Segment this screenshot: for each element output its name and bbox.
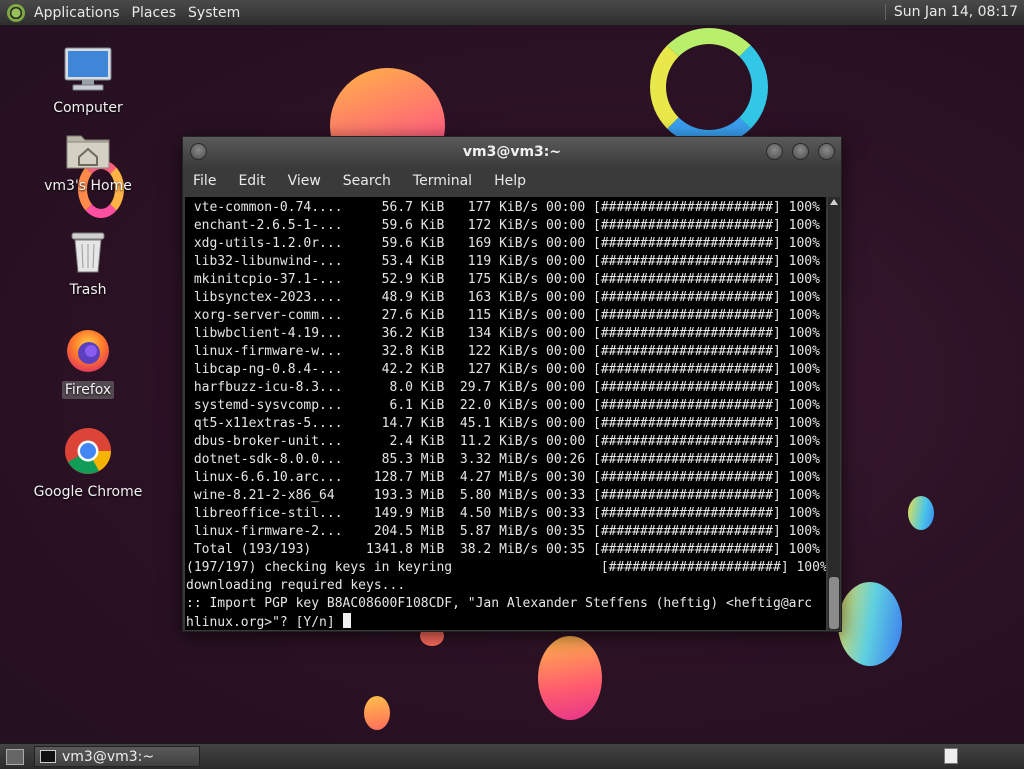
terminal-icon [40,750,56,763]
chrome-icon [28,426,148,480]
wallpaper-orange-blob [364,696,390,730]
menu-search[interactable]: Search [343,173,391,189]
terminal-line: xdg-utils-1.2.0r... 59.6 KiB 169 KiB/s 0… [186,236,820,251]
terminal-line: dbus-broker-unit... 2.4 KiB 11.2 KiB/s 0… [186,434,820,449]
menu-terminal[interactable]: Terminal [413,173,472,189]
terminal-line: enchant-2.6.5-1-... 59.6 KiB 172 KiB/s 0… [186,218,820,233]
terminal-line: libsynctex-2023.... 48.9 KiB 163 KiB/s 0… [186,290,820,305]
terminal-line: downloading required keys... [186,578,406,593]
terminal-line: qt5-x11extras-5.... 14.7 KiB 45.1 KiB/s … [186,416,820,431]
desktop-icon-firefox[interactable]: Firefox [28,326,148,399]
terminal-line: harfbuzz-icu-8.3... 8.0 KiB 29.7 KiB/s 0… [186,380,820,395]
terminal-line: xorg-server-comm... 27.6 KiB 115 KiB/s 0… [186,308,820,323]
firefox-icon [28,326,148,378]
terminal-text: vte-common-0.74.... 56.7 KiB 177 KiB/s 0… [185,197,826,630]
terminal-line: libcap-ng-0.8.4-... 42.2 KiB 127 KiB/s 0… [186,362,820,377]
terminal-output[interactable]: vte-common-0.74.... 56.7 KiB 177 KiB/s 0… [185,197,826,630]
terminal-line: dotnet-sdk-8.0.0... 85.3 MiB 3.32 MiB/s … [186,452,820,467]
home-folder-icon [28,130,148,174]
desktop-icon-home[interactable]: vm3's Home [28,130,148,194]
distro-logo-icon[interactable] [7,3,25,22]
terminal-line: (197/197) checking keys in keyring [####… [186,560,826,575]
terminal-line: libwbclient-4.19... 36.2 KiB 134 KiB/s 0… [186,326,820,341]
terminal-line: wine-8.21-2-x86_64 193.3 MiB 5.80 MiB/s … [186,488,820,503]
window-menu-icon[interactable] [190,143,207,160]
terminal-line: :: Import PGP key B8AC08600F108CDF, "Jan… [186,596,813,611]
scroll-up-arrow-icon[interactable] [830,199,838,205]
menu-edit[interactable]: Edit [238,173,265,189]
desktop-icon-label: Computer [53,100,123,116]
desktop-icon-label: vm3's Home [44,178,132,194]
desktop-icon-chrome[interactable]: Google Chrome [28,426,148,500]
terminal-line: hlinux.org>"? [Y/n] [186,615,343,630]
wallpaper-ring [650,28,768,146]
terminal-line: Total (193/193) 1341.8 MiB 38.2 MiB/s 00… [186,542,820,557]
wallpaper-orange-blob [538,636,602,720]
workspace-switcher[interactable] [944,748,958,764]
terminal-line: linux-firmware-w... 32.8 KiB 122 KiB/s 0… [186,344,820,359]
terminal-line: lib32-libunwind-... 53.4 KiB 119 KiB/s 0… [186,254,820,269]
show-desktop-icon[interactable] [6,748,24,765]
window-title: vm3@vm3:~ [462,144,562,160]
taskbar-button-terminal[interactable]: vm3@vm3:~ [34,746,200,767]
menu-view[interactable]: View [288,173,321,189]
computer-icon [28,46,148,96]
terminal-line: linux-6.6.10.arc... 128.7 MiB 4.27 MiB/s… [186,470,820,485]
window-titlebar[interactable]: vm3@vm3:~ [183,137,841,167]
minimize-button[interactable] [766,143,783,160]
terminal-scrollbar[interactable] [828,197,840,630]
system-menu[interactable]: System [185,5,249,21]
applications-menu[interactable]: Applications [31,5,129,21]
terminal-cursor [342,613,351,628]
taskbar-button-label: vm3@vm3:~ [62,748,155,765]
places-menu[interactable]: Places [129,5,186,21]
desktop-icon-label: Firefox [61,381,115,399]
desktop-icon-label: Google Chrome [33,484,143,500]
menu-file[interactable]: File [193,173,216,189]
wallpaper-blue-blob [908,496,934,530]
terminal-line: linux-firmware-2... 204.5 MiB 5.87 MiB/s… [186,524,820,539]
terminal-line: mkinitcpio-37.1-... 52.9 KiB 175 KiB/s 0… [186,272,820,287]
terminal-line: systemd-sysvcomp... 6.1 KiB 22.0 KiB/s 0… [186,398,820,413]
maximize-button[interactable] [792,143,809,160]
terminal-menubar: File Edit View Search Terminal Help [183,167,841,195]
trash-icon [28,230,148,278]
desktop-icon-label: Trash [69,282,107,298]
desktop-icon-trash[interactable]: Trash [28,230,148,298]
clock[interactable]: Sun Jan 14, 08:17 [884,4,1018,20]
wallpaper-blue-blob [838,582,902,666]
menu-help[interactable]: Help [494,173,526,189]
terminal-window[interactable]: vm3@vm3:~ File Edit View Search Terminal… [182,136,842,632]
desktop-icon-computer[interactable]: Computer [28,46,148,116]
top-panel: Applications Places System Sun Jan 14, 0… [0,0,1024,26]
scrollbar-thumb[interactable] [829,577,839,629]
terminal-line: vte-common-0.74.... 56.7 KiB 177 KiB/s 0… [186,200,820,215]
terminal-line: libreoffice-stil... 149.9 MiB 4.50 MiB/s… [186,506,820,521]
close-button[interactable] [818,143,835,160]
bottom-panel: vm3@vm3:~ [0,743,1024,769]
